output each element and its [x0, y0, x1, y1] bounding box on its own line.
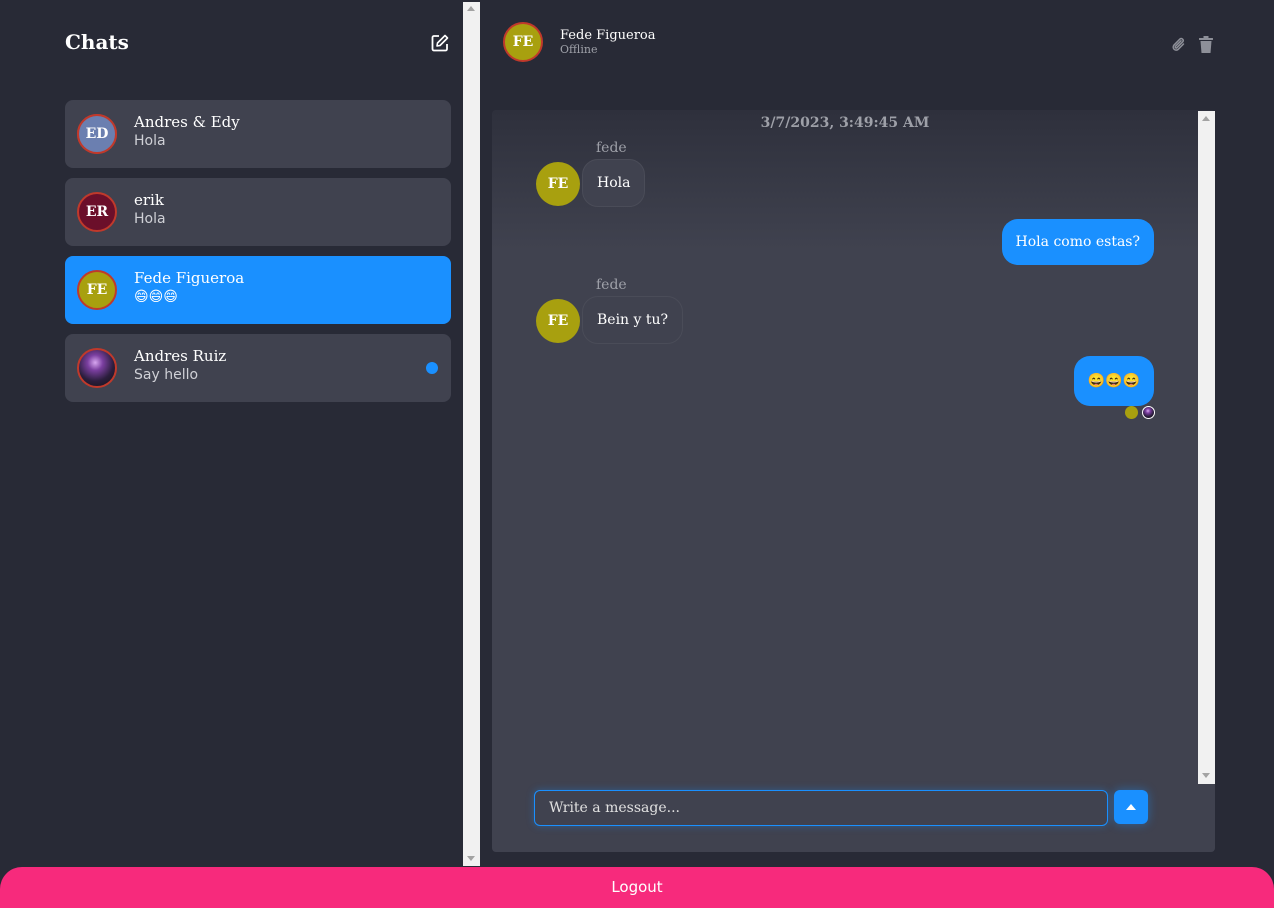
message-bubble-incoming: Bein y tu?: [582, 296, 684, 344]
chat-preview: Hola: [134, 211, 166, 227]
contact-status: Offline: [560, 43, 598, 56]
seen-avatar: [1125, 406, 1138, 419]
message-sender: fede: [596, 277, 627, 293]
avatar: ER: [77, 192, 117, 232]
chat-name: Andres & Edy: [134, 113, 240, 131]
chat-item-erik[interactable]: ER erik Hola: [65, 178, 451, 246]
chat-name: Fede Figueroa: [134, 269, 245, 287]
logout-button[interactable]: Logout: [0, 867, 1274, 908]
sender-avatar: FE: [536, 299, 580, 343]
avatar: ED: [77, 114, 117, 154]
chat-item-andres-ruiz[interactable]: Andres Ruiz Say hello: [65, 334, 451, 402]
message-list: 3/7/2023, 3:49:45 AM fede FE Hola Hola c…: [492, 110, 1215, 852]
unread-indicator: [426, 362, 438, 374]
chat-list-panel: Chats ED Andres & Edy Hola ER erik Hola …: [0, 0, 463, 866]
chat-preview: 😄😄😄: [134, 289, 178, 305]
contact-avatar: FE: [503, 22, 543, 62]
paperclip-icon[interactable]: [1171, 36, 1187, 54]
chat-preview: Say hello: [134, 367, 199, 383]
scroll-up-icon[interactable]: [467, 6, 475, 11]
message-sender: fede: [596, 140, 627, 156]
conversation-panel: FE Fede Figueroa Offline 3/7/2023, 3:49:…: [480, 0, 1274, 866]
contact-name: Fede Figueroa: [560, 28, 656, 43]
avatar: FE: [77, 270, 117, 310]
message-timestamp: 3/7/2023, 3:49:45 AM: [760, 115, 930, 131]
chat-item-andres-edy[interactable]: ED Andres & Edy Hola: [65, 100, 451, 168]
chat-preview: Hola: [134, 133, 166, 149]
message-bubble-incoming: Hola: [582, 159, 646, 207]
message-list-scrollbar[interactable]: [1198, 111, 1215, 784]
message-bubble-outgoing: Hola como estas?: [1001, 219, 1154, 265]
scroll-down-icon[interactable]: [1202, 773, 1210, 778]
send-button[interactable]: [1114, 790, 1148, 824]
sender-avatar: FE: [536, 162, 580, 206]
scroll-up-icon[interactable]: [1202, 116, 1210, 121]
send-arrow-icon: [1126, 804, 1136, 810]
avatar: [77, 348, 117, 388]
scroll-down-icon[interactable]: [467, 856, 475, 861]
compose-icon[interactable]: [430, 33, 450, 53]
message-bubble-outgoing: 😄😄😄: [1073, 356, 1154, 406]
chat-item-fede-figueroa[interactable]: FE Fede Figueroa 😄😄😄: [65, 256, 451, 324]
chat-list-scrollbar[interactable]: [463, 2, 480, 866]
seen-avatar: [1142, 406, 1155, 419]
chat-name: erik: [134, 191, 164, 209]
message-input[interactable]: [534, 790, 1108, 826]
trash-icon[interactable]: [1199, 36, 1213, 53]
chats-title: Chats: [65, 30, 129, 54]
chat-name: Andres Ruiz: [134, 347, 227, 365]
